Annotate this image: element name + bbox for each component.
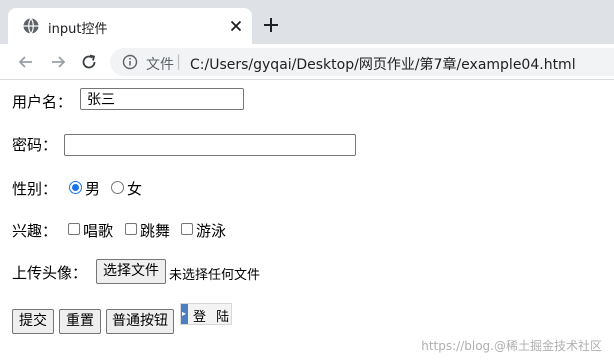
hobby-dancing-label: 跳舞 (140, 222, 171, 240)
info-icon[interactable] (122, 54, 138, 70)
hobby-checkbox-swimming[interactable] (181, 223, 193, 235)
active-tab[interactable]: input控件 (8, 8, 252, 44)
submit-button[interactable]: 提交 (12, 309, 54, 334)
hobby-singing-label: 唱歌 (83, 222, 114, 240)
file-status-text: 未选择任何文件 (169, 268, 261, 283)
arrow-right-icon: ▸ (182, 309, 187, 318)
password-label: 密码： (12, 136, 58, 154)
globe-icon (23, 18, 39, 34)
login-button-label: 登 陆 (193, 310, 233, 325)
hobby-swimming-label: 游泳 (196, 222, 227, 240)
login-button-stripe: ▸ (181, 304, 188, 324)
gender-option-male-label: 男 (85, 180, 101, 198)
reset-button[interactable]: 重置 (59, 309, 101, 334)
avatar-label: 上传头像： (12, 264, 88, 282)
reload-icon[interactable] (79, 52, 99, 72)
browser-toolbar: 文件 | C:/Users/gyqai/Desktop/网页作业/第7章/exa… (0, 44, 614, 80)
origin-separator: | (176, 52, 182, 70)
gender-radio-female[interactable] (111, 181, 124, 194)
plus-icon[interactable] (262, 16, 280, 34)
forward-arrow-icon[interactable] (48, 52, 68, 72)
watermark: https://blog.@稀土掘金技术社区 (421, 339, 602, 353)
normal-button[interactable]: 普通按钮 (106, 309, 174, 334)
gender-label: 性别： (12, 180, 58, 198)
origin-label: 文件 (146, 57, 174, 73)
hobbies-label: 兴趣： (12, 222, 58, 240)
gender-radio-male[interactable] (69, 181, 82, 194)
choose-file-button[interactable]: 选择文件 (96, 259, 166, 284)
hobby-checkbox-dancing[interactable] (125, 223, 137, 235)
tab-strip: input控件 (0, 0, 614, 44)
image-login-button[interactable]: ▸ 登 陆 (180, 303, 232, 325)
url-text[interactable]: C:/Users/gyqai/Desktop/网页作业/第7章/example0… (190, 54, 576, 74)
password-input[interactable] (64, 134, 356, 156)
username-label: 用户名： (12, 93, 73, 111)
tab-title: input控件 (48, 22, 108, 37)
close-icon[interactable] (227, 17, 245, 35)
back-arrow-icon[interactable] (16, 52, 36, 72)
username-input[interactable] (80, 88, 244, 110)
gender-option-female-label: 女 (127, 180, 143, 198)
hobby-checkbox-singing[interactable] (68, 223, 80, 235)
address-bar[interactable]: 文件 | C:/Users/gyqai/Desktop/网页作业/第7章/exa… (110, 48, 614, 76)
